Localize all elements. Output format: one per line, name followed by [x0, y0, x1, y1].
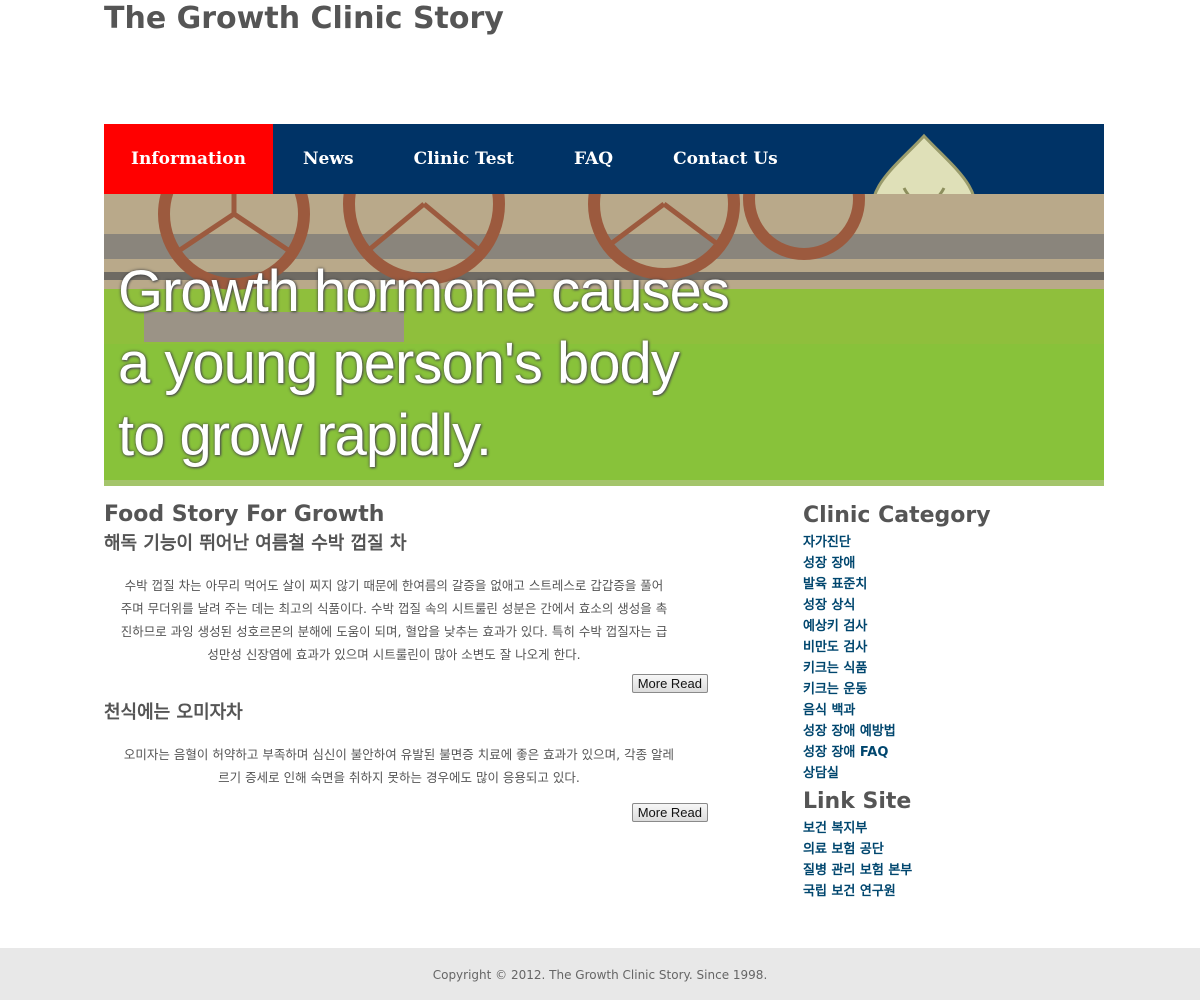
clinic-category-list: 자가진단 성장 장애 발육 표준치 성장 상식 예상키 검사 비만도 검사 키크… [803, 532, 1103, 784]
external-site-link[interactable]: 국립 보건 연구원 [803, 881, 1103, 902]
category-link[interactable]: 성장 장애 예방법 [803, 721, 1103, 742]
hero-headline: Growth hormone causes a young person's b… [118, 259, 730, 468]
link-site-list: 보건 복지부 의료 보험 공단 질병 관리 보험 본부 국립 보건 연구원 [803, 818, 1103, 902]
link-site-heading: Link Site [803, 789, 912, 814]
copyright-text: Copyright © 2012. The Growth Clinic Stor… [432, 968, 768, 982]
sidebar: Clinic Category 자가진단 성장 장애 발육 표준치 성장 상식 … [803, 500, 1103, 902]
nav-item-clinic-test[interactable]: Clinic Test [384, 124, 544, 194]
article-title: 천식에는 오미자차 [104, 702, 243, 723]
nav-item-news[interactable]: News [273, 124, 384, 194]
external-site-link[interactable]: 질병 관리 보험 본부 [803, 860, 1103, 881]
category-link[interactable]: 자가진단 [803, 532, 1103, 553]
category-link[interactable]: 비만도 검사 [803, 637, 1103, 658]
more-read-button[interactable]: More Read [631, 803, 708, 822]
category-link[interactable]: 키크는 식품 [803, 658, 1103, 679]
category-link[interactable]: 음식 백과 [803, 700, 1103, 721]
category-link[interactable]: 성장 장애 FAQ [803, 742, 1103, 763]
category-link[interactable]: 성장 장애 [803, 553, 1103, 574]
category-link[interactable]: 상담실 [803, 763, 1103, 784]
footer: Copyright © 2012. The Growth Clinic Stor… [0, 948, 1200, 1000]
article-watermelon: 해독 기능이 뛰어난 여름철 수박 껍질 차 수박 껍질 차는 아무리 먹어도 … [104, 530, 708, 695]
article-body: 수박 껍질 차는 아무리 먹어도 살이 찌지 않기 때문에 한여름의 갈증을 없… [120, 578, 668, 662]
nav-item-information[interactable]: Information [104, 124, 273, 194]
category-link[interactable]: 키크는 운동 [803, 679, 1103, 700]
hero-banner: Growth hormone causes a young person's b… [104, 194, 1104, 486]
article-omija: 천식에는 오미자차 오미자는 음혈이 허약하고 부족하며 심신이 불안하여 유발… [104, 699, 708, 824]
section-title: Food Story For Growth [104, 502, 385, 527]
article-body: 오미자는 음혈이 허약하고 부족하며 심신이 불안하여 유발된 불면증 치료에 … [123, 747, 675, 785]
category-link[interactable]: 발육 표준치 [803, 574, 1103, 595]
external-site-link[interactable]: 의료 보험 공단 [803, 839, 1103, 860]
external-site-link[interactable]: 보건 복지부 [803, 818, 1103, 839]
more-read-button[interactable]: More Read [631, 674, 708, 693]
site-title: The Growth Clinic Story [104, 1, 504, 36]
nav-item-faq[interactable]: FAQ [544, 124, 643, 194]
clinic-category-heading: Clinic Category [803, 503, 991, 528]
category-link[interactable]: 예상키 검사 [803, 616, 1103, 637]
main-content: Food Story For Growth 해독 기능이 뛰어난 여름철 수박 … [104, 500, 708, 824]
article-title: 해독 기능이 뛰어난 여름철 수박 껍질 차 [104, 533, 407, 554]
category-link[interactable]: 성장 상식 [803, 595, 1103, 616]
